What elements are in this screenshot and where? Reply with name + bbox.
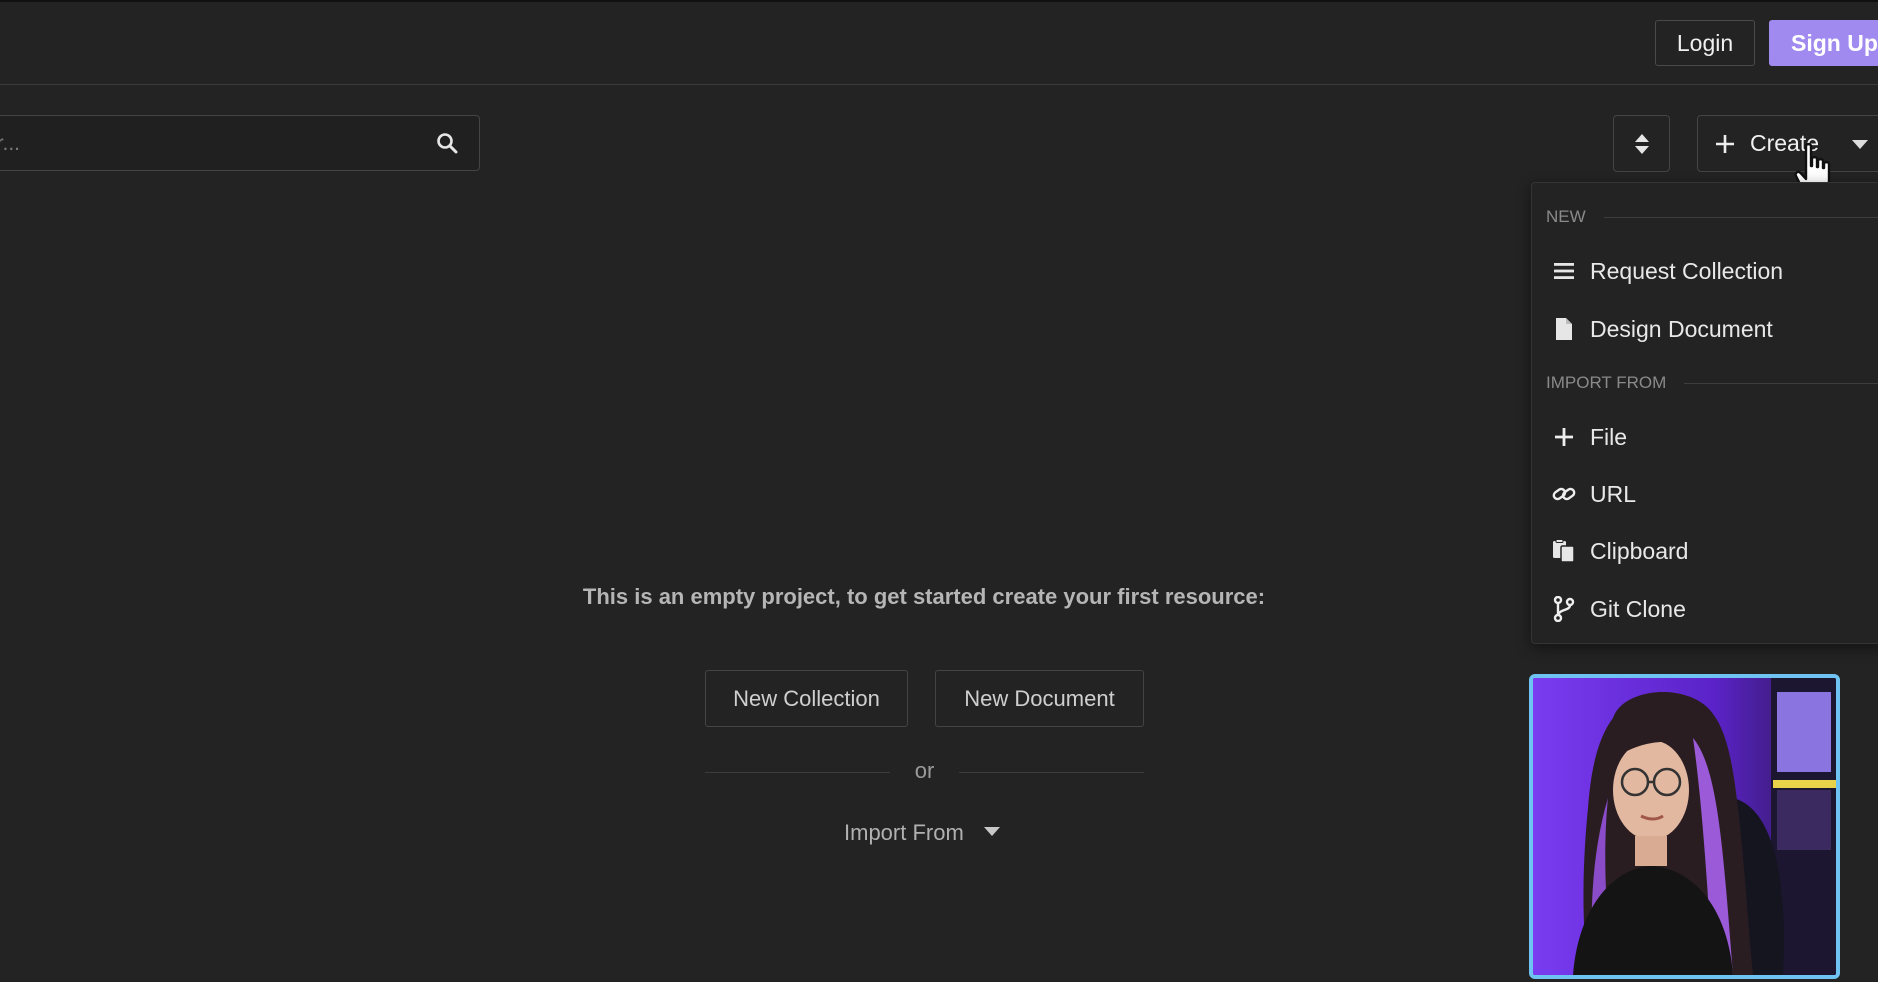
top-bar: Login Sign Up	[0, 2, 1878, 85]
menu-item-import-clipboard[interactable]: Clipboard	[1552, 531, 1878, 571]
filter-box	[0, 115, 480, 172]
plus-icon	[1716, 134, 1734, 153]
search-icon[interactable]	[436, 132, 458, 154]
import-from-label: Import From	[844, 820, 964, 845]
divider-line-right	[959, 772, 1144, 773]
or-divider: or	[705, 758, 1144, 788]
menu-item-request-collection[interactable]: Request Collection	[1552, 251, 1878, 291]
new-document-button[interactable]: New Document	[935, 670, 1144, 727]
menu-item-import-url[interactable]: URL	[1552, 474, 1878, 514]
new-collection-button[interactable]: New Collection	[705, 670, 908, 727]
list-icon	[1552, 259, 1576, 283]
empty-project-message: This is an empty project, to get started…	[582, 584, 1266, 609]
menu-item-design-document[interactable]: Design Document	[1552, 309, 1878, 349]
menu-item-label: Design Document	[1590, 315, 1773, 342]
create-button[interactable]: Create	[1697, 115, 1878, 172]
divider	[1603, 216, 1878, 218]
git-branch-icon	[1552, 596, 1576, 622]
menu-item-label: Git Clone	[1590, 595, 1686, 622]
menu-section-import: IMPORT FROM	[1546, 373, 1878, 393]
signup-button[interactable]: Sign Up	[1769, 20, 1878, 66]
menu-item-label: Clipboard	[1590, 537, 1689, 564]
sort-button[interactable]	[1613, 115, 1670, 172]
menu-item-import-file[interactable]: File	[1552, 417, 1878, 457]
clipboard-icon	[1552, 539, 1576, 563]
sort-icon	[1634, 133, 1649, 154]
chevron-down-icon[interactable]	[1852, 140, 1868, 149]
chevron-down-icon	[983, 826, 1000, 836]
menu-item-git-clone[interactable]: Git Clone	[1552, 589, 1878, 629]
plus-icon	[1552, 425, 1576, 449]
menu-section-new-label: NEW	[1546, 207, 1586, 226]
webcam-video-image	[1533, 678, 1836, 975]
link-icon	[1552, 482, 1576, 506]
menu-section-import-label: IMPORT FROM	[1546, 373, 1667, 392]
menu-section-new: NEW	[1546, 207, 1878, 227]
menu-item-label: File	[1590, 423, 1628, 450]
menu-item-label: Request Collection	[1590, 257, 1784, 284]
or-label: or	[914, 758, 935, 783]
menu-item-label: URL	[1590, 480, 1637, 507]
login-button[interactable]: Login	[1655, 20, 1755, 66]
webcam-overlay	[1529, 674, 1840, 979]
import-from-dropdown[interactable]: Import From	[844, 818, 1000, 848]
divider	[1684, 382, 1878, 384]
create-label: Create	[1750, 130, 1820, 156]
filter-input[interactable]	[0, 116, 413, 172]
document-icon	[1552, 317, 1576, 341]
app-page: Login Sign Up Create NEW	[0, 0, 1878, 982]
create-dropdown-menu: NEW Request Collection Design Document I…	[1531, 182, 1878, 644]
